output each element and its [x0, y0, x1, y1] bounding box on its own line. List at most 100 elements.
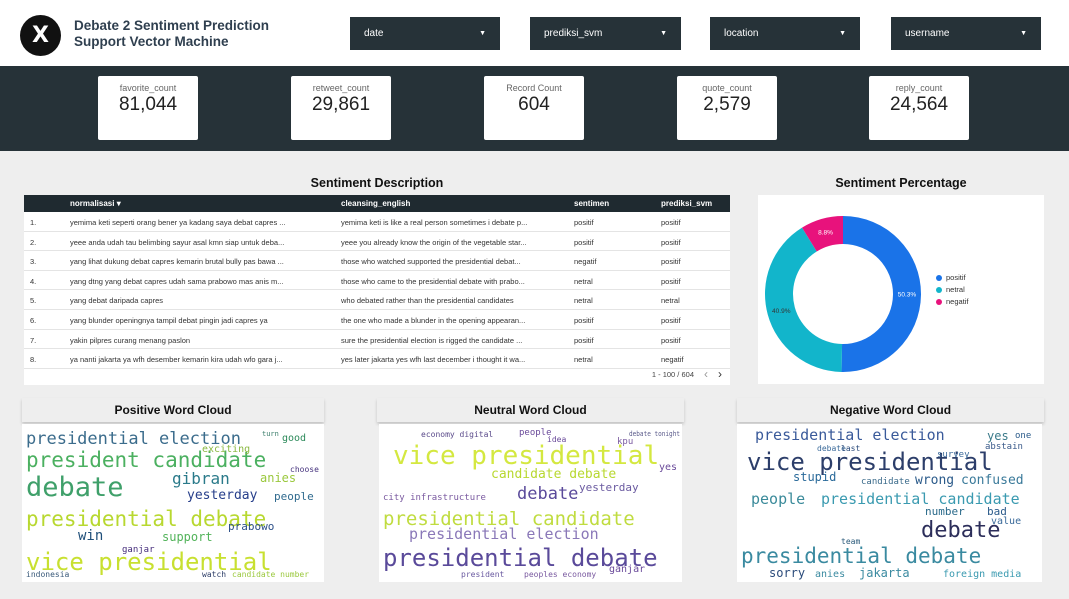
column-header-prediksi-svm[interactable]: prediksi_svm — [661, 199, 712, 208]
kpi-label: Record Count — [506, 83, 562, 93]
cloud-word: foreign media — [943, 569, 1021, 580]
filter-username-dropdown[interactable]: username ▼ — [891, 17, 1041, 50]
kpi-label: favorite_count — [119, 83, 177, 93]
neutral-word-cloud: economy digital people debate tonight idea k… — [379, 424, 682, 582]
cloud-word: yes — [987, 429, 1009, 443]
filter-date-label: date — [364, 28, 384, 39]
cloud-word: economy digital — [421, 430, 493, 439]
cell-cleansing-english: yes later jakarta yes wfh last december … — [341, 355, 526, 365]
kpi-label: retweet_count — [312, 83, 370, 93]
table-row[interactable]: 6. yang blunder openingnya tampil debat p… — [24, 310, 730, 330]
column-header-cleansing-english[interactable]: cleansing_english — [341, 199, 410, 208]
sentiment-table: normalisasi ▾ cleansing_english sentimen… — [24, 195, 730, 385]
column-label: normalisasi — [70, 199, 115, 208]
row-number: 1. — [30, 218, 37, 227]
cloud-word: presidential debate — [741, 544, 981, 568]
legend-dot-icon — [936, 298, 942, 305]
row-number: 3. — [30, 257, 37, 267]
legend-label: positif — [946, 273, 966, 282]
cloud-word: watch — [202, 570, 226, 579]
cell-normalisasi: yang debat daripada capres — [70, 296, 163, 306]
legend-item-negatif[interactable]: negatif — [936, 297, 969, 306]
legend-dot-icon — [936, 274, 942, 281]
row-number: 7. — [30, 335, 37, 345]
cell-sentimen: positif — [574, 237, 594, 247]
positive-wordcloud-title: Positive Word Cloud — [22, 398, 324, 422]
row-number: 8. — [30, 355, 37, 365]
row-number: 6. — [30, 316, 37, 325]
table-row[interactable]: 8. ya nanti jakarta ya wfh desember kemar… — [24, 349, 730, 369]
chevron-down-icon: ▼ — [660, 30, 667, 37]
donut-label-positif: 50.3% — [898, 292, 917, 299]
chevron-down-icon: ▼ — [1020, 30, 1027, 37]
negative-word-cloud: presidential election yes one debate last abs… — [737, 424, 1042, 582]
legend-label: netral — [946, 285, 965, 294]
cell-prediksi-svm: positif — [661, 237, 681, 247]
title-line-2: Support Vector Machine — [74, 34, 229, 49]
prev-page-icon[interactable]: ‹ — [704, 367, 708, 381]
row-number: 2. — [30, 237, 37, 247]
pagination-range: 1 - 100 / 604 — [651, 369, 694, 379]
cloud-word: ganjar — [609, 564, 645, 575]
sort-down-icon: ▾ — [116, 199, 121, 208]
negative-wordcloud-title: Negative Word Cloud — [737, 398, 1044, 422]
cell-normalisasi: ya nanti jakarta ya wfh desember kemarin… — [70, 355, 283, 365]
donut-label-negatif: 8.8% — [818, 229, 833, 236]
kpi-value: 81,044 — [118, 94, 178, 115]
kpi-retweet-count: retweet_count 29,861 — [291, 76, 391, 140]
filter-location-label: location — [724, 28, 759, 39]
next-page-icon[interactable]: › — [718, 367, 722, 381]
cloud-word: debate — [921, 518, 1000, 543]
cloud-word: president — [461, 570, 505, 579]
cell-sentimen: positif — [574, 218, 594, 227]
cell-sentimen: negatif — [574, 257, 597, 267]
cell-normalisasi: yang blunder openingnya tampil debat pin… — [70, 316, 268, 325]
cell-cleansing-english: sure the presidential election is rigged… — [341, 335, 523, 345]
title-line-1: Debate 2 Sentiment Prediction — [74, 18, 270, 33]
legend-item-positif[interactable]: positif — [936, 273, 969, 282]
table-row[interactable]: 5. yang debat daripada capres who debated … — [24, 290, 730, 310]
cloud-word: city infrastructure — [383, 493, 486, 503]
cell-sentimen: netral — [574, 296, 593, 306]
cloud-word: yes — [659, 462, 677, 473]
cloud-word: peoples economy — [524, 570, 596, 579]
cloud-word: good — [282, 433, 306, 444]
donut-slice-netral[interactable] — [765, 227, 843, 372]
cell-cleansing-english: who debated rather than the presidential… — [341, 296, 514, 306]
cell-sentimen: positif — [574, 316, 594, 325]
table-row[interactable]: 4. yang dtng yang debat capres udah sama … — [24, 271, 730, 291]
row-number: 5. — [30, 296, 37, 306]
cloud-word: indonesia — [26, 570, 70, 579]
cell-prediksi-svm: positif — [661, 335, 681, 345]
cell-prediksi-svm: positif — [661, 316, 681, 325]
filter-location-dropdown[interactable]: location ▼ — [710, 17, 860, 50]
cloud-word: yesterday — [579, 481, 639, 494]
filter-prediksi-dropdown[interactable]: prediksi_svm ▼ — [530, 17, 681, 50]
column-header-sentimen[interactable]: sentimen — [574, 199, 609, 208]
cloud-word: debate tonight — [629, 430, 680, 438]
kpi-value: 24,564 — [889, 94, 949, 115]
kpi-band: favorite_count 81,044 retweet_count 29,8… — [0, 66, 1069, 151]
table-row[interactable]: 1. yemima keti seperti orang bener ya kad… — [24, 212, 730, 232]
cell-prediksi-svm: negatif — [661, 355, 684, 365]
cell-cleansing-english: the one who made a blunder in the openin… — [341, 316, 526, 325]
table-row[interactable]: 2. yeee anda udah tau belimbing sayur asa… — [24, 232, 730, 252]
filter-date-dropdown[interactable]: date ▼ — [350, 17, 500, 50]
donut-title: Sentiment Percentage — [835, 176, 967, 190]
column-header-normalisasi[interactable]: normalisasi ▾ — [70, 199, 121, 208]
cloud-word: presidential election — [409, 525, 599, 543]
table-row[interactable]: 3. yang lihat dukung debat capres kemarin… — [24, 251, 730, 271]
cell-cleansing-english: those who came to the presidential debat… — [341, 276, 525, 286]
cloud-word: survey — [937, 450, 970, 460]
filter-username-label: username — [905, 28, 950, 39]
table-row[interactable]: 7. yakin pilpres curang menang paslon sure… — [24, 330, 730, 350]
cloud-word: jakarta — [859, 566, 910, 580]
cell-prediksi-svm: netral — [661, 296, 680, 306]
legend-item-netral[interactable]: netral — [936, 285, 969, 294]
kpi-value: 604 — [518, 94, 550, 115]
row-number: 4. — [30, 276, 37, 286]
positive-word-cloud: presidential election turn good president c… — [22, 424, 324, 582]
sentiment-donut-chart: 50.3% 40.9% 8.8% — [765, 216, 921, 372]
cloud-word: anies — [815, 569, 845, 580]
cell-normalisasi: yakin pilpres curang menang paslon — [70, 335, 191, 345]
